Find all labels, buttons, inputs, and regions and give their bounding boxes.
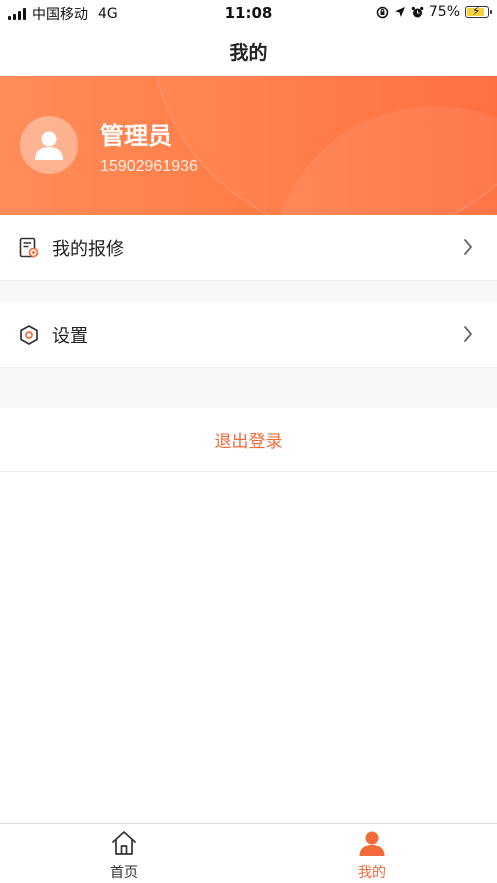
menu-item-label: 设置	[52, 325, 88, 347]
person-icon	[359, 831, 385, 856]
tab-home[interactable]: 首页	[0, 824, 248, 883]
orientation-lock-icon	[376, 6, 389, 18]
user-avatar-icon	[35, 131, 63, 160]
avatar[interactable]	[20, 116, 78, 174]
user-phone: 15902961936	[100, 158, 198, 175]
battery-icon: ⚡	[465, 4, 492, 18]
home-icon	[112, 831, 136, 855]
chevron-right-icon	[464, 239, 473, 255]
section-divider	[0, 368, 497, 408]
status-right: 75% ⚡	[376, 4, 492, 20]
tab-label: 我的	[358, 865, 386, 881]
status-bar: 中国移动 4G 11:08 75% ⚡	[0, 0, 497, 26]
page-title: 我的	[0, 26, 497, 76]
tab-mine[interactable]: 我的	[248, 824, 496, 883]
tab-label: 首页	[110, 865, 138, 881]
menu-item-settings[interactable]: 设置	[0, 302, 497, 368]
menu-item-my-repairs[interactable]: 我的报修	[0, 215, 497, 281]
menu-item-label: 我的报修	[52, 238, 124, 260]
location-arrow-icon	[394, 7, 405, 17]
repair-doc-icon	[19, 237, 39, 258]
settings-hex-icon	[20, 325, 38, 345]
tab-bar: 首页 我的	[0, 823, 497, 883]
user-name: 管理员	[100, 122, 172, 150]
battery-percent: 75%	[428, 4, 460, 20]
page: 中国移动 4G 11:08 75% ⚡ 我的 管理员 15902961936 我…	[0, 0, 497, 883]
chevron-right-icon	[464, 326, 473, 342]
logout-button[interactable]: 退出登录	[0, 408, 497, 472]
alarm-icon	[411, 6, 424, 17]
section-divider	[0, 281, 497, 302]
profile-banner: 管理员 15902961936	[0, 76, 497, 215]
